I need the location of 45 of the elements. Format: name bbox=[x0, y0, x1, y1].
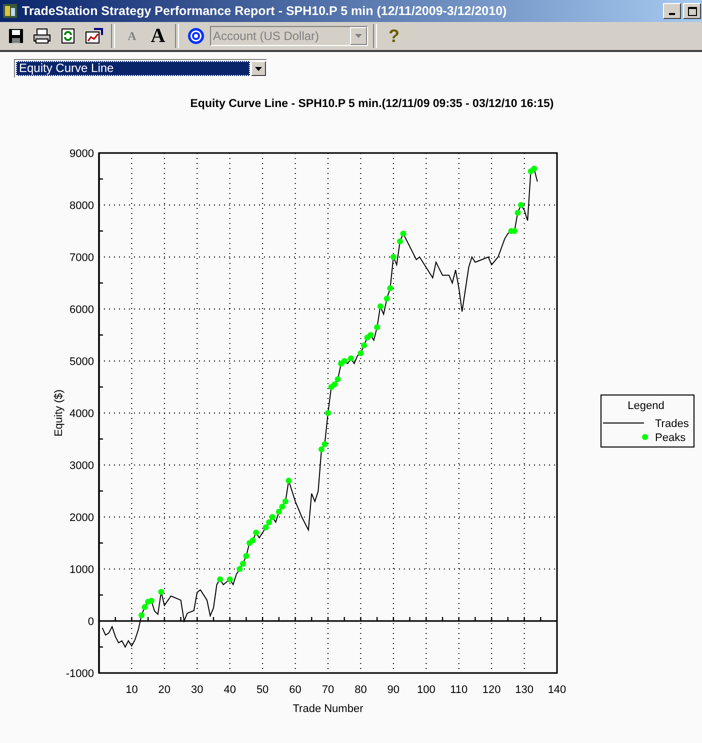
tick-label: 60 bbox=[289, 684, 302, 696]
help-button[interactable]: ? bbox=[382, 24, 406, 48]
minimize-button[interactable] bbox=[663, 3, 681, 19]
font-larger-button[interactable]: A bbox=[146, 24, 170, 48]
tick-label: 120 bbox=[482, 684, 501, 696]
tick-label: 9000 bbox=[70, 148, 94, 160]
tick-label: 40 bbox=[224, 684, 236, 696]
tick-label: 7000 bbox=[70, 252, 94, 264]
tick-label: 70 bbox=[322, 684, 334, 696]
tick-label: 90 bbox=[387, 684, 400, 696]
y-axis-label: Equity ($) bbox=[53, 389, 65, 437]
tick-label: 20 bbox=[158, 684, 171, 696]
tick-label: 6000 bbox=[70, 304, 94, 316]
tick-label: 80 bbox=[354, 684, 367, 696]
legend-label: Trades bbox=[655, 418, 689, 430]
tick-label: 2000 bbox=[70, 512, 94, 524]
report-dropdown[interactable]: Equity Curve Line bbox=[14, 59, 267, 78]
tick-label: 50 bbox=[256, 684, 269, 696]
tick-label: 5000 bbox=[70, 356, 94, 368]
tick-label: 4000 bbox=[70, 408, 94, 420]
tick-label: 1000 bbox=[70, 564, 94, 576]
legend-title: Legend bbox=[628, 400, 664, 412]
x-axis-label: Trade Number bbox=[292, 703, 364, 715]
refresh-icon bbox=[60, 28, 76, 44]
tick-label: 130 bbox=[515, 684, 534, 696]
tick-label: 3000 bbox=[70, 460, 94, 472]
chart-icon bbox=[85, 28, 103, 44]
window-title: TradeStation Strategy Performance Report - SPH10.P 5 min (12/11/2009-3/12/2010) bbox=[22, 4, 508, 18]
tick-label: 0 bbox=[88, 616, 94, 628]
tick-label: 140 bbox=[548, 684, 566, 696]
tick-label: -1000 bbox=[66, 668, 94, 680]
tick-label: 110 bbox=[450, 684, 468, 696]
maximize-icon bbox=[688, 6, 696, 16]
maximize-button[interactable] bbox=[683, 3, 701, 19]
tick-label: 30 bbox=[191, 684, 204, 696]
tick-label: 10 bbox=[126, 684, 138, 696]
tick-label: 8000 bbox=[70, 200, 94, 212]
caret-icon bbox=[255, 66, 262, 70]
caret-icon bbox=[355, 34, 362, 38]
legend-label: Peaks bbox=[655, 432, 686, 444]
tick-label: 100 bbox=[416, 684, 436, 696]
app-icon bbox=[2, 3, 18, 19]
printer-icon bbox=[33, 28, 51, 44]
target-icon bbox=[187, 27, 205, 45]
chart-title: Equity Curve Line - SPH10.P 5 min.(12/11/09 09:35 - 03/12/10 16:15) bbox=[190, 98, 554, 110]
